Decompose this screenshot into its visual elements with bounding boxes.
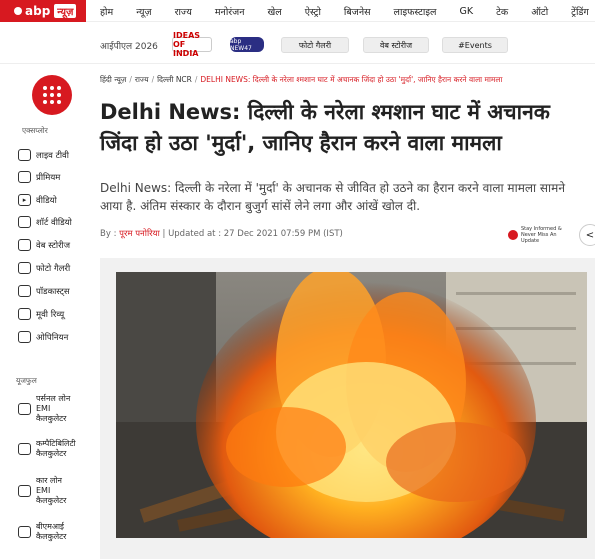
menu-grid-button[interactable] <box>32 75 72 115</box>
logo-dot-icon <box>14 7 22 15</box>
calculator-icon <box>18 443 31 455</box>
sidebar-item-personal-loan-emi[interactable]: पर्सनल लोन EMI कैलकुलेटर <box>18 394 70 424</box>
sidebar-item-photo-gallery[interactable]: फोटो गैलरी <box>18 262 70 274</box>
sidebar: एक्सप्लोर लाइव टीवी प्रीमियम ▸ वीडियो शॉ… <box>0 64 86 559</box>
abp-news-logo[interactable]: abp न्यूज़ <box>0 0 86 22</box>
nav-item-news[interactable]: न्यूज़ <box>136 5 151 18</box>
sidebar-item-label: ओपिनियन <box>36 332 69 343</box>
sidebar-item-label: कैलकुलेटर <box>36 449 67 458</box>
sidebar-item-compatibility[interactable]: कम्पैटिबिलिटी कैलकुलेटर <box>18 439 76 459</box>
stay-text: Never Miss An Update <box>520 232 557 244</box>
byline-by: By : <box>100 229 117 239</box>
sidebar-item-premium[interactable]: प्रीमियम <box>18 171 60 183</box>
summary-line: Delhi News: दिल्ली के नरेला में 'मुर्दा'… <box>100 181 565 195</box>
ipl-link[interactable]: आईपीएल 2026 <box>100 39 158 52</box>
sidebar-item-label: बीएमआई <box>36 522 64 531</box>
video-icon: ▸ <box>18 194 31 206</box>
web-stories-icon <box>18 239 31 251</box>
sidebar-item-label: मूवी रिव्यू <box>36 309 65 320</box>
sidebar-item-label: वीडियो <box>36 195 57 206</box>
nav-item-business[interactable]: बिजनेस <box>344 5 371 18</box>
breadcrumb-current: DELHI NEWS: दिल्ली के नरेला श्मशान घाट म… <box>200 75 503 84</box>
article-byline: By : पूरम पनोरिया | Updated at : 27 Dec … <box>100 228 343 239</box>
sidebar-item-label: EMI <box>36 486 51 495</box>
sidebar-item-label: फोटो गैलरी <box>36 263 71 274</box>
premium-icon <box>18 171 31 183</box>
stay-informed-badge[interactable]: Stay Informed & Never Miss An Update <box>508 226 576 244</box>
ideas-of-india-badge[interactable]: IDEAS OF INDIA <box>172 31 212 58</box>
sidebar-item-opinion[interactable]: ओपिनियन <box>18 331 68 343</box>
abp-network-badge[interactable]: abp NEW47 <box>230 37 264 52</box>
sidebar-item-video[interactable]: ▸ वीडियो <box>18 194 57 206</box>
nav-item-lifestyle[interactable]: लाइफस्टाइल <box>394 5 437 18</box>
sidebar-item-label: पॉडकास्ट्स <box>36 286 70 297</box>
sidebar-item-label: कैलकुलेटर <box>36 414 67 423</box>
sidebar-item-label: शॉर्ट वीडियो <box>36 217 72 228</box>
photo-gallery-pill[interactable]: फोटो गैलरी <box>281 37 349 53</box>
nav-item-states[interactable]: राज्य <box>175 5 192 18</box>
tv-icon <box>18 149 31 161</box>
nav-item-auto[interactable]: ऑटो <box>531 5 548 18</box>
article-headline: Delhi News: दिल्ली के नरेला श्मशान घाट म… <box>100 100 550 155</box>
breadcrumb-hindi-news[interactable]: हिंदी न्यूज़ <box>100 75 126 84</box>
sidebar-item-live-tv[interactable]: लाइव टीवी <box>18 149 69 161</box>
nav-item-gk[interactable]: GK <box>460 6 474 17</box>
breadcrumb: हिंदी न्यूज़ / राज्य / दिल्ली NCR / DELHI NEWS… <box>100 75 503 84</box>
web-stories-pill[interactable]: वेब स्टोरीज <box>363 37 429 53</box>
summary-line: आया है. अंतिम संस्कार के दौरान बुजुर्ग स… <box>100 199 421 213</box>
sidebar-item-label: कार लोन <box>36 476 62 485</box>
useful-section-label: यूजफुल <box>16 376 37 385</box>
article-summary: Delhi News: दिल्ली के नरेला में 'मुर्दा'… <box>100 179 595 215</box>
byline-updated: | Updated at : 27 Dec 2021 07:59 PM (IST… <box>162 229 343 239</box>
nav-item-home[interactable]: होम <box>100 5 113 18</box>
sidebar-item-short-video[interactable]: शॉर्ट वीडियो <box>18 216 72 228</box>
article-image <box>116 272 587 538</box>
sidebar-item-web-stories[interactable]: वेब स्टोरीज <box>18 239 70 251</box>
podcast-icon <box>18 285 31 297</box>
nav-item-entertainment[interactable]: मनोरंजन <box>215 5 245 18</box>
byline-author[interactable]: पूरम पनोरिया <box>119 229 160 239</box>
breadcrumb-delhi-ncr[interactable]: दिल्ली NCR <box>157 75 192 84</box>
share-icon: < <box>585 229 595 241</box>
header-divider <box>0 63 595 64</box>
nav-item-tech[interactable]: टेक <box>496 5 508 18</box>
explore-section-label: एक्सप्लोर <box>22 126 48 135</box>
logo-news-text: न्यूज़ <box>54 4 77 18</box>
nav-item-sports[interactable]: खेल <box>267 5 281 18</box>
share-button[interactable]: < <box>579 224 595 246</box>
sidebar-item-label: कम्पैटिबिलिटी <box>36 439 76 448</box>
sidebar-item-car-loan-emi[interactable]: कार लोन EMI कैलकुलेटर <box>18 476 66 506</box>
sidebar-item-label: कैलकुलेटर <box>36 532 67 541</box>
logo-abp-text: abp <box>25 4 51 18</box>
google-news-icon <box>508 230 518 240</box>
top-navbar: abp न्यूज़ होम न्यूज़ राज्य मनोरंजन खेल … <box>0 0 595 22</box>
sidebar-item-movie-review[interactable]: मूवी रिव्यू <box>18 308 64 320</box>
photo-gallery-icon <box>18 262 31 274</box>
sidebar-item-label: EMI <box>36 404 51 413</box>
calculator-icon <box>18 403 31 415</box>
events-pill[interactable]: #Events <box>442 37 508 53</box>
movie-review-icon <box>18 308 31 320</box>
nav-item-trending[interactable]: ट्रेंडिंग <box>571 5 589 18</box>
sidebar-item-label: पर्सनल लोन <box>36 394 71 403</box>
sidebar-item-bmi[interactable]: बीएमआई कैलकुलेटर <box>18 522 66 542</box>
calculator-icon <box>18 526 31 538</box>
calculator-icon <box>18 485 31 497</box>
short-video-icon <box>18 216 31 228</box>
sidebar-item-label: कैलकुलेटर <box>36 496 67 505</box>
opinion-icon <box>18 331 31 343</box>
sidebar-item-podcasts[interactable]: पॉडकास्ट्स <box>18 285 70 297</box>
sidebar-item-label: लाइव टीवी <box>36 150 69 161</box>
sidebar-item-label: वेब स्टोरीज <box>36 240 71 251</box>
breadcrumb-states[interactable]: राज्य <box>135 75 149 84</box>
nav-item-astro[interactable]: ऐस्ट्रो <box>305 5 321 18</box>
cremation-fire-image <box>116 272 587 538</box>
top-nav-menu: होम न्यूज़ राज्य मनोरंजन खेल ऐस्ट्रो बिज… <box>100 0 595 22</box>
sidebar-item-label: प्रीमियम <box>36 172 61 183</box>
